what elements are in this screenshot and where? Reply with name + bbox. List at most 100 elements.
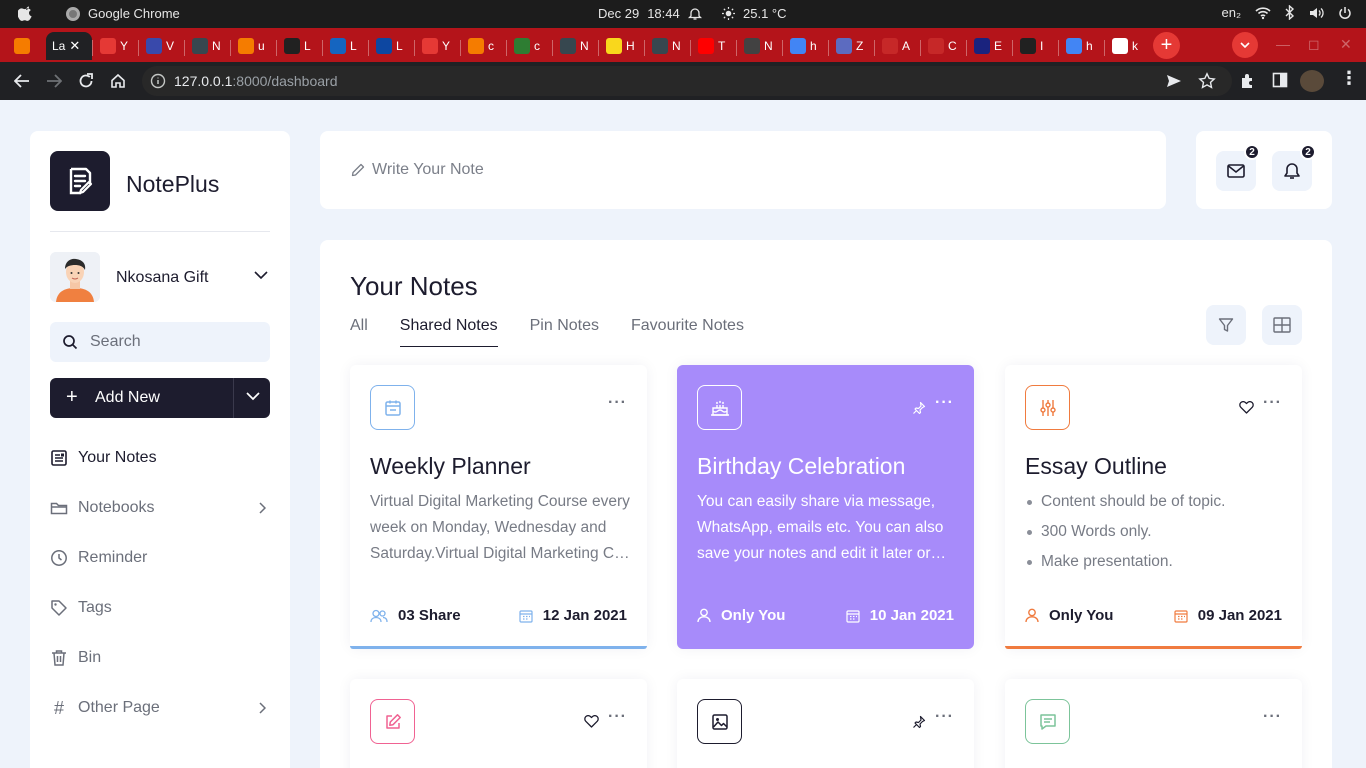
tab-all[interactable]: All bbox=[350, 317, 368, 347]
browser-tab[interactable]: I bbox=[1014, 32, 1058, 60]
side-panel-icon[interactable] bbox=[1272, 72, 1288, 88]
pin-icon[interactable] bbox=[912, 401, 926, 415]
notifications-button[interactable]: 2 bbox=[1272, 144, 1316, 191]
avatar[interactable] bbox=[50, 252, 100, 302]
tab-title: c bbox=[488, 39, 494, 53]
browser-tab[interactable]: Z bbox=[830, 32, 874, 60]
note-card[interactable]: ··· Essay Outline Content should be of t… bbox=[1005, 365, 1302, 649]
note-card[interactable]: ··· bbox=[1005, 679, 1302, 768]
browser-tab[interactable]: L bbox=[370, 32, 414, 60]
user-name[interactable]: Nkosana Gift bbox=[116, 269, 208, 287]
back-button[interactable] bbox=[12, 71, 32, 91]
apple-icon[interactable] bbox=[18, 5, 34, 21]
more-options-icon[interactable]: ··· bbox=[1263, 709, 1282, 725]
filter-button[interactable] bbox=[1206, 305, 1246, 345]
mail-button[interactable]: 2 bbox=[1216, 144, 1260, 191]
heart-icon[interactable] bbox=[1239, 401, 1254, 414]
tab-favourite-notes[interactable]: Favourite Notes bbox=[631, 317, 744, 347]
browser-tab[interactable]: A bbox=[876, 32, 920, 60]
browser-tab-strip: La ✕ Y V Nu L L L Yc c N H N T Nh Z A C E Ih k + — ◻ ✕ bbox=[0, 28, 1366, 62]
browser-tab[interactable]: N bbox=[738, 32, 782, 60]
browser-tab[interactable]: N bbox=[646, 32, 690, 60]
input-method[interactable]: en₂ bbox=[1221, 5, 1241, 20]
add-new-button[interactable]: + Add New bbox=[50, 378, 270, 418]
browser-tab[interactable]: Y bbox=[416, 32, 460, 60]
profile-avatar[interactable] bbox=[1300, 70, 1324, 92]
tab-separator bbox=[506, 40, 507, 56]
sidebar-item-bin[interactable]: Bin bbox=[50, 643, 270, 673]
browser-tab[interactable]: c bbox=[462, 32, 506, 60]
browser-tab[interactable]: T bbox=[692, 32, 736, 60]
app-logo[interactable] bbox=[50, 151, 110, 211]
tab-pin-notes[interactable]: Pin Notes bbox=[530, 317, 599, 347]
send-icon[interactable] bbox=[1166, 73, 1182, 89]
reload-icon bbox=[79, 73, 93, 88]
reload-button[interactable] bbox=[76, 71, 96, 91]
new-tab-button[interactable]: + bbox=[1153, 32, 1180, 59]
more-options-icon[interactable]: ··· bbox=[935, 395, 954, 411]
note-card[interactable]: ··· Birthday Celebration You can easily … bbox=[677, 365, 974, 649]
minimize-icon[interactable]: — bbox=[1276, 36, 1290, 52]
browser-tab[interactable]: k bbox=[1106, 32, 1150, 60]
tab-search-button[interactable] bbox=[1232, 32, 1258, 58]
volume-icon[interactable] bbox=[1309, 6, 1324, 20]
sidebar-item-other-page[interactable]: # Other Page bbox=[50, 693, 270, 723]
sidebar-item-your-notes[interactable]: Your Notes bbox=[50, 443, 270, 473]
forward-button[interactable] bbox=[44, 71, 64, 91]
clock[interactable]: Dec 29 18:44 bbox=[598, 6, 702, 21]
note-card[interactable]: ··· bbox=[677, 679, 974, 768]
browser-tab[interactable]: c bbox=[508, 32, 552, 60]
sidebar-item-notebooks[interactable]: Notebooks bbox=[50, 493, 270, 523]
wifi-icon[interactable] bbox=[1255, 6, 1271, 20]
sidebar-item-reminder[interactable]: Reminder bbox=[50, 543, 270, 573]
info-icon[interactable] bbox=[150, 73, 166, 89]
message-icon bbox=[1025, 699, 1070, 744]
browser-tab[interactable]: C bbox=[922, 32, 966, 60]
browser-tab[interactable]: H bbox=[600, 32, 644, 60]
visibility-info: Only You bbox=[697, 607, 785, 624]
weather[interactable]: 25.1 °C bbox=[722, 6, 787, 21]
browser-tab[interactable]: L bbox=[324, 32, 368, 60]
more-options-icon[interactable]: ··· bbox=[1263, 395, 1282, 411]
heart-icon[interactable] bbox=[584, 715, 599, 728]
power-icon[interactable] bbox=[1338, 6, 1352, 20]
tab-separator bbox=[736, 40, 737, 56]
close-window-icon[interactable]: ✕ bbox=[1340, 36, 1352, 53]
pin-icon[interactable] bbox=[912, 715, 926, 729]
more-options-icon[interactable]: ··· bbox=[608, 709, 627, 725]
extensions-icon[interactable] bbox=[1239, 72, 1257, 90]
kebab-menu-icon[interactable]: ⋮ bbox=[1340, 68, 1358, 89]
star-icon[interactable] bbox=[1198, 72, 1216, 90]
browser-tab[interactable]: N bbox=[186, 32, 230, 60]
note-card[interactable]: ··· bbox=[350, 679, 647, 768]
address-bar[interactable]: 127.0.0.1:8000/dashboard bbox=[142, 66, 1232, 96]
note-card[interactable]: ··· Weekly Planner Virtual Digital Marke… bbox=[350, 365, 647, 649]
tab-shared-notes[interactable]: Shared Notes bbox=[399, 317, 498, 347]
browser-tab[interactable]: h bbox=[1060, 32, 1104, 60]
sidebar-item-tags[interactable]: Tags bbox=[50, 593, 270, 623]
browser-tab[interactable]: N bbox=[554, 32, 598, 60]
search-input[interactable] bbox=[90, 330, 260, 354]
browser-tab[interactable]: Y bbox=[94, 32, 138, 60]
bluetooth-icon[interactable] bbox=[1285, 5, 1295, 20]
tab-title: La bbox=[52, 39, 66, 53]
browser-tab[interactable]: h bbox=[784, 32, 828, 60]
more-options-icon[interactable]: ··· bbox=[608, 395, 627, 411]
chevron-down-icon[interactable] bbox=[254, 271, 268, 280]
more-options-icon[interactable]: ··· bbox=[935, 709, 954, 725]
browser-tab[interactable]: V bbox=[140, 32, 184, 60]
browser-tab-pinned[interactable] bbox=[8, 32, 48, 60]
tab-title: Y bbox=[120, 39, 129, 53]
browser-tab[interactable]: L bbox=[278, 32, 322, 60]
browser-tab[interactable]: u bbox=[232, 32, 276, 60]
close-icon[interactable]: ✕ bbox=[69, 38, 80, 54]
active-app[interactable]: Google Chrome bbox=[66, 6, 180, 21]
browser-tab[interactable]: E bbox=[968, 32, 1012, 60]
chevron-down-icon[interactable] bbox=[246, 392, 260, 401]
filter-icon bbox=[1218, 318, 1234, 332]
maximize-icon[interactable]: ◻ bbox=[1308, 36, 1320, 53]
grid-view-button[interactable] bbox=[1262, 305, 1302, 345]
write-note-input[interactable] bbox=[372, 158, 1072, 182]
home-button[interactable] bbox=[108, 71, 128, 91]
browser-tab-active[interactable]: La ✕ bbox=[46, 32, 92, 60]
